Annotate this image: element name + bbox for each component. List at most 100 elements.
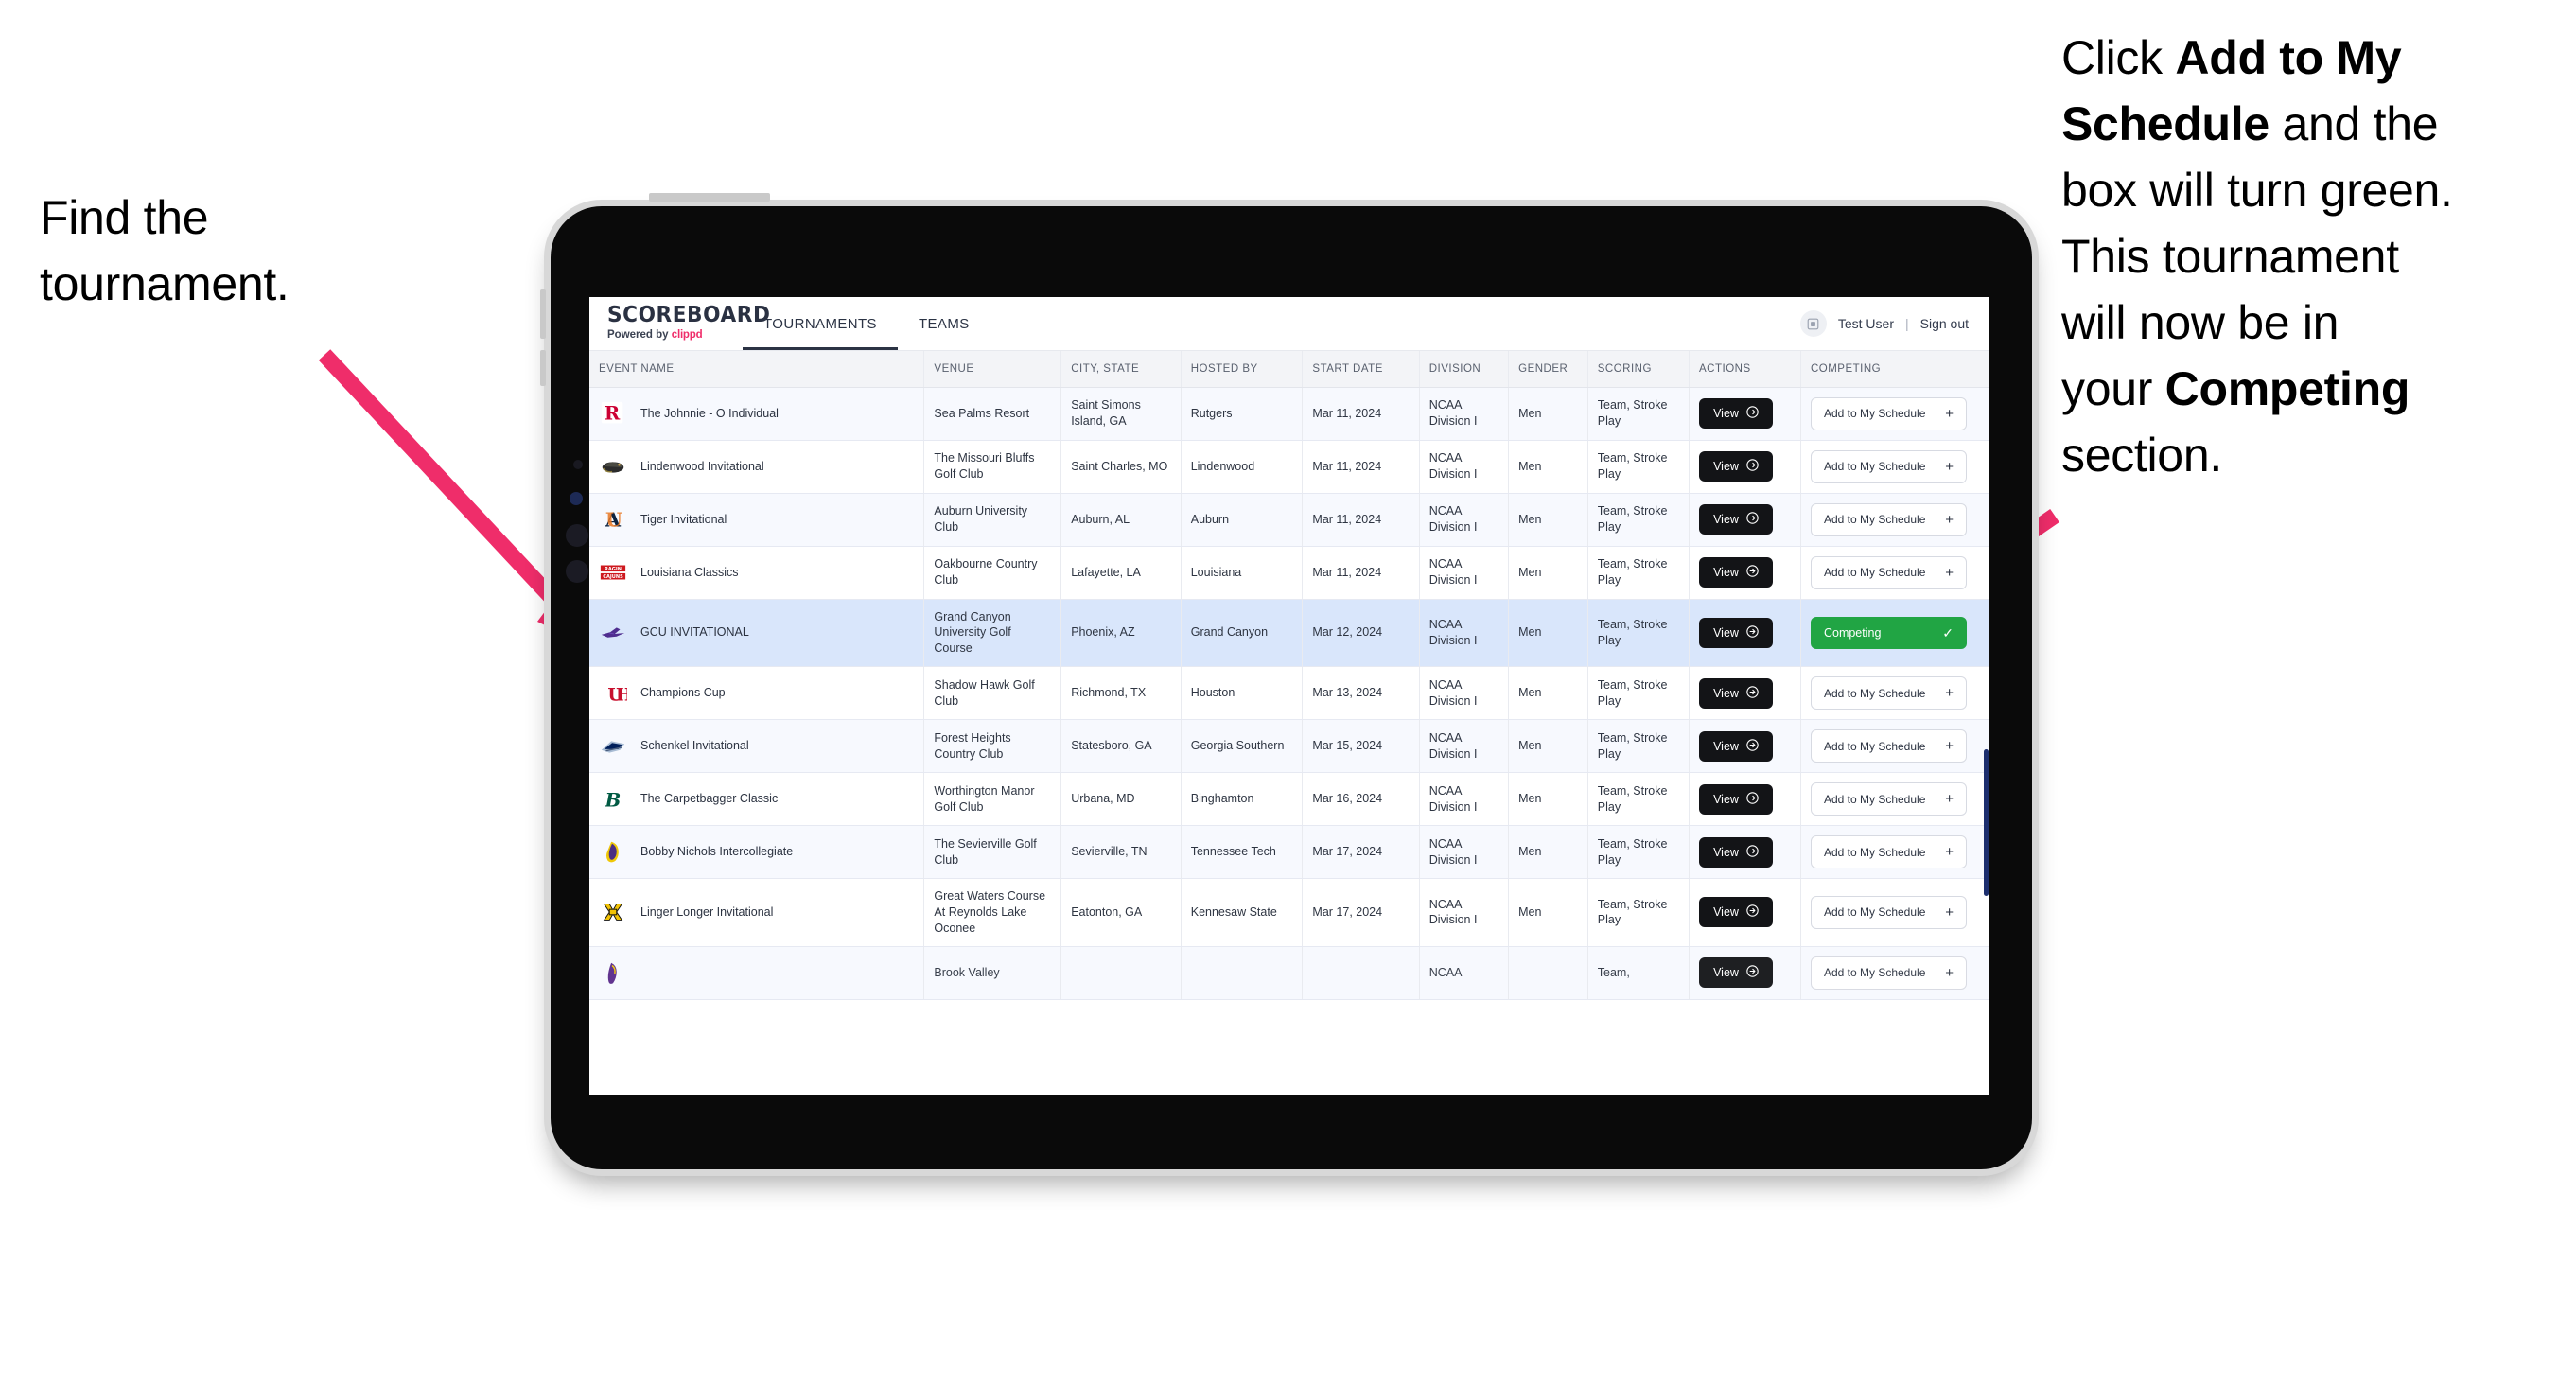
view-button[interactable]: View — [1699, 957, 1773, 989]
cell-gender: Men — [1508, 387, 1588, 441]
arrow-right-circle-icon — [1746, 406, 1759, 421]
cell-scoring: Team, Stroke Play — [1587, 719, 1691, 774]
col-event-name[interactable]: EVENT NAME — [589, 351, 925, 388]
table-header: EVENT NAME VENUE CITY, STATE HOSTED BY S… — [589, 351, 1989, 388]
vertical-scrollbar[interactable] — [1984, 749, 1989, 896]
table-row[interactable]: Brook Valley NCAA Team, View Add to My Sched… — [589, 946, 1989, 1000]
add-to-my-schedule-button[interactable]: Add to My Schedule + — [1810, 676, 1967, 711]
event-name-text: GCU INVITATIONAL — [640, 625, 749, 640]
arrow-right-circle-icon — [1746, 791, 1759, 807]
cell-event-name: Linger Longer Invitational — [589, 878, 925, 947]
view-button[interactable]: View — [1699, 677, 1773, 709]
table-row[interactable]: UH Champions Cup Shadow Hawk Golf ClubRich… — [589, 666, 1989, 721]
add-to-schedule-label: Add to My Schedule — [1823, 566, 1926, 579]
view-button[interactable]: View — [1699, 897, 1773, 928]
tab-teams[interactable]: TEAMS — [898, 297, 990, 350]
table-row[interactable]: Bobby Nichols Intercollegiate The Sevierv… — [589, 825, 1989, 880]
cell-start-date: Mar 12, 2024 — [1302, 599, 1420, 668]
table-row[interactable]: RAGIN CAJUNS Louisiana Classics Oakbourne C… — [589, 546, 1989, 600]
tablet-volume-down-button[interactable] — [540, 350, 546, 386]
plus-icon: + — [1945, 964, 1954, 981]
add-to-my-schedule-button[interactable]: Add to My Schedule + — [1810, 449, 1967, 483]
event-cell-inner — [599, 958, 914, 987]
view-button[interactable]: View — [1699, 451, 1773, 482]
clippd-wordmark: clippd — [671, 329, 703, 342]
view-button[interactable]: View — [1699, 783, 1773, 815]
view-label: View — [1713, 407, 1739, 420]
cell-city-state: Phoenix, AZ — [1060, 599, 1182, 668]
add-to-my-schedule-button[interactable]: Add to My Schedule + — [1810, 835, 1967, 869]
cell-scoring: Team, Stroke Play — [1587, 599, 1691, 668]
event-cell-inner: GCU INVITATIONAL — [599, 619, 914, 647]
table-row[interactable]: Schenkel Invitational Forest Heights Coun… — [589, 719, 1989, 774]
plus-icon: + — [1945, 791, 1954, 808]
tab-tournaments[interactable]: TOURNAMENTS — [743, 297, 898, 350]
view-button[interactable]: View — [1699, 398, 1773, 429]
cell-division: NCAA Division I — [1419, 666, 1510, 721]
sign-out-link[interactable]: Sign out — [1920, 316, 1969, 331]
col-scoring[interactable]: SCORING — [1587, 351, 1691, 388]
auburn-logo: AU — [605, 509, 622, 532]
cell-start-date: Mar 11, 2024 — [1302, 440, 1420, 494]
view-button[interactable]: View — [1699, 557, 1773, 588]
cell-city-state: Urbana, MD — [1060, 772, 1182, 827]
annotation-line: Schedule and the — [2061, 97, 2439, 150]
cell-scoring: Team, Stroke Play — [1587, 493, 1691, 547]
view-button[interactable]: View — [1699, 730, 1773, 762]
event-name-text: Tiger Invitational — [640, 512, 727, 526]
annotation-line: box will turn green. — [2061, 164, 2453, 217]
user-avatar-icon[interactable] — [1799, 310, 1827, 337]
tournaments-table-wrapper: EVENT NAME VENUE CITY, STATE HOSTED BY S… — [589, 351, 1989, 1000]
col-gender[interactable]: GENDER — [1508, 351, 1588, 388]
cell-start-date — [1302, 946, 1420, 1000]
add-to-schedule-label: Add to My Schedule — [1823, 460, 1926, 473]
add-to-my-schedule-button[interactable]: Add to My Schedule + — [1810, 729, 1967, 763]
header-separator: | — [1904, 316, 1909, 331]
cell-city-state: Sevierville, TN — [1060, 825, 1182, 880]
view-button[interactable]: View — [1699, 504, 1773, 535]
cell-scoring: Team, — [1587, 946, 1691, 1000]
col-competing[interactable]: COMPETING — [1800, 351, 1989, 388]
cell-city-state: Saint Charles, MO — [1060, 440, 1182, 494]
screenshot-root: Find the tournament. Click Add to My Sched… — [0, 0, 2576, 1386]
cell-venue: Brook Valley — [923, 946, 1062, 1000]
col-hosted-by[interactable]: HOSTED BY — [1181, 351, 1304, 388]
table-row[interactable]: A U Tiger Invitational Auburn University Cl… — [589, 493, 1989, 547]
cell-competing: Add to My Schedule + — [1800, 946, 1989, 1000]
cell-city-state: Lafayette, LA — [1060, 546, 1182, 600]
col-city-state[interactable]: CITY, STATE — [1060, 351, 1182, 388]
add-to-my-schedule-button[interactable]: Add to My Schedule + — [1810, 396, 1967, 430]
table-row[interactable]: R The Johnnie - O Individual Sea Palms Res… — [589, 387, 1989, 441]
tablet-volume-up-button[interactable] — [540, 289, 546, 339]
add-to-my-schedule-button[interactable]: Add to My Schedule + — [1810, 782, 1967, 816]
col-actions[interactable]: ACTIONS — [1689, 351, 1801, 388]
col-start-date[interactable]: START DATE — [1302, 351, 1420, 388]
arrow-right-circle-icon — [1746, 738, 1759, 754]
col-venue[interactable]: VENUE — [923, 351, 1062, 388]
kennesawstate-logo — [603, 904, 623, 921]
table-row[interactable]: Linger Longer Invitational Great Waters C… — [589, 878, 1989, 947]
table-row[interactable]: Lindenwood Invitational The Missouri Bluf… — [589, 440, 1989, 494]
view-button[interactable]: View — [1699, 617, 1773, 648]
view-label: View — [1713, 686, 1739, 700]
add-to-my-schedule-button[interactable]: Add to My Schedule + — [1810, 502, 1967, 536]
cell-actions: View — [1689, 772, 1801, 827]
plus-icon: + — [1945, 511, 1954, 528]
brand-logo[interactable]: SCOREBOARD Powered by clippd — [589, 297, 770, 350]
annotation-line: tournament. — [40, 257, 289, 310]
annotation-find-tournament: Find the tournament. — [40, 194, 447, 326]
table-row[interactable]: GCU INVITATIONAL Grand Canyon University … — [589, 599, 1989, 668]
view-button[interactable]: View — [1699, 836, 1773, 868]
col-division[interactable]: DIVISION — [1419, 351, 1510, 388]
event-cell-inner: Schenkel Invitational — [599, 732, 914, 761]
add-to-my-schedule-button[interactable]: Add to My Schedule + — [1810, 555, 1967, 589]
add-to-my-schedule-button[interactable]: Add to My Schedule + — [1810, 956, 1967, 990]
competing-button[interactable]: Competing ✓ — [1810, 616, 1967, 649]
add-to-my-schedule-button[interactable]: Add to My Schedule + — [1810, 895, 1967, 929]
cell-city-state: Richmond, TX — [1060, 666, 1182, 721]
table-row[interactable]: B The Carpetbagger Classic Worthington Man… — [589, 772, 1989, 827]
brand-subtitle: Powered by clippd — [607, 329, 743, 341]
cell-actions: View — [1689, 946, 1801, 1000]
check-icon: ✓ — [1942, 624, 1954, 640]
plus-icon: + — [1945, 685, 1954, 702]
